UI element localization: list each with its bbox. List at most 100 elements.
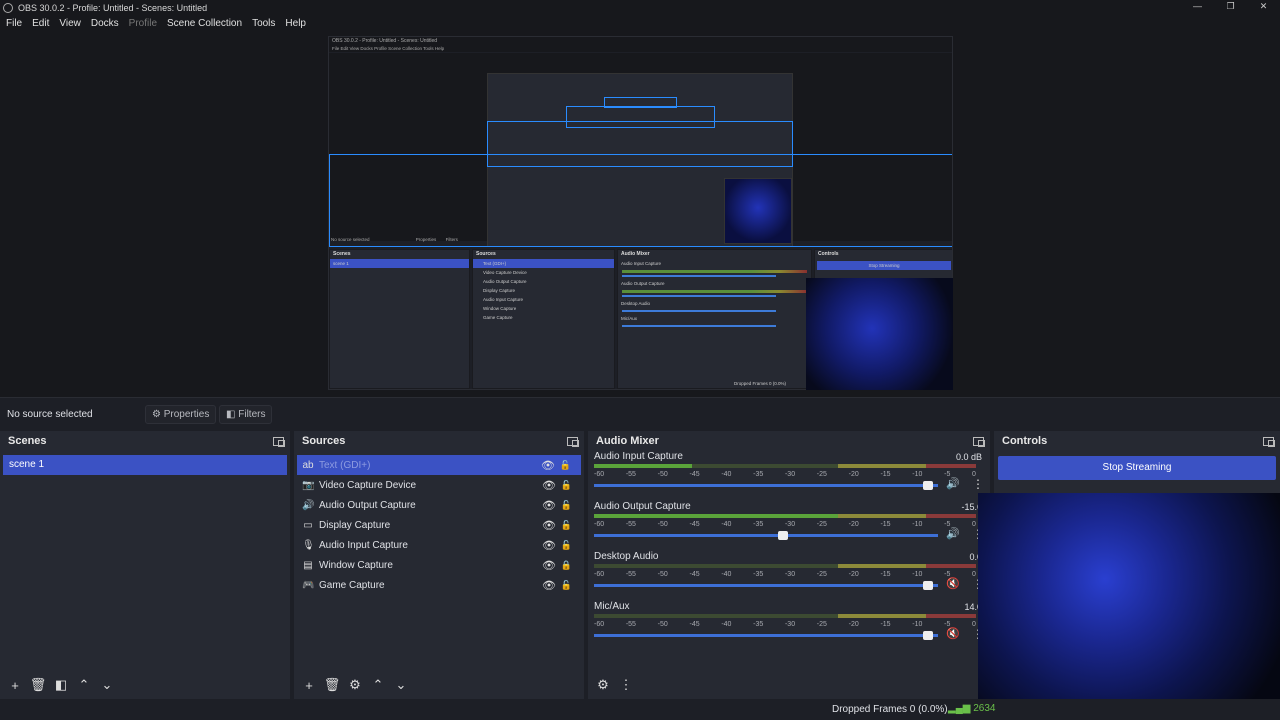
meter-level (594, 514, 839, 518)
trash-icon: 🗑 (323, 677, 341, 692)
visibility-eye-icon[interactable]: 👁 (542, 499, 556, 512)
remove-source-button[interactable]: 🗑 (323, 676, 341, 694)
meter-warning-zone (838, 514, 926, 518)
slider-knob[interactable] (778, 531, 789, 540)
nested-source-item: Display Capture (483, 288, 516, 293)
meter-ticks: -60 -55 -50 -45 -40 -35 -30 -25 -20 -15 -10 -5 0 (594, 571, 976, 578)
mixer-settings-button[interactable]: ⚙ (594, 676, 612, 694)
controls-header: Controls (994, 431, 1280, 451)
source-item-game-capture[interactable]: 🎮 Game Capture 👁 🔓 (294, 575, 584, 595)
muted-speaker-icon[interactable]: 🔇 (946, 627, 960, 640)
close-button[interactable]: ✕ (1247, 0, 1280, 15)
scene-filters-button[interactable]: ◧ (52, 676, 70, 694)
unlocked-icon[interactable]: 🔓 (561, 540, 572, 551)
visibility-eye-icon[interactable]: 👁 (542, 539, 556, 552)
chevron-down-icon: ⌄ (395, 677, 407, 692)
move-source-down-button[interactable]: ⌄ (392, 676, 410, 694)
meter-tick-label: -55 (625, 571, 636, 578)
meter-tick-label: -40 (721, 621, 732, 628)
nested-meter (622, 270, 807, 273)
volume-slider[interactable] (594, 631, 938, 640)
locked-icon[interactable]: 🔒 (561, 560, 572, 571)
meter-warning-zone (838, 464, 926, 468)
title-bar: OBS 30.0.2 - Profile: Untitled - Scenes:… (0, 0, 1280, 15)
remove-scene-button[interactable]: 🗑 (29, 676, 47, 694)
mixer-menu-button[interactable]: ⋮ (617, 676, 635, 694)
add-scene-button[interactable]: + (6, 676, 24, 694)
volume-slider[interactable] (594, 481, 938, 490)
add-source-button[interactable]: + (300, 676, 318, 694)
meter-tick-label: -30 (784, 571, 796, 578)
unlocked-icon[interactable]: 🔓 (560, 460, 571, 471)
meter-tick-label: -50 (657, 471, 668, 478)
channel-db: 0.0 dB (955, 452, 982, 462)
meter-tick-label: -15 (880, 521, 891, 528)
window-title: OBS 30.0.2 - Profile: Untitled - Scenes:… (18, 2, 208, 13)
maximize-button[interactable]: ❐ (1214, 0, 1247, 15)
menu-help[interactable]: Help (285, 18, 306, 29)
source-item-audio-output[interactable]: 🔊 Audio Output Capture 👁 🔓 (294, 495, 584, 515)
visibility-eye-icon[interactable]: 👁 (541, 459, 555, 472)
speaker-icon[interactable]: 🔊 (946, 527, 960, 540)
source-item-audio-input[interactable]: 🎙 Audio Input Capture 👁 🔓 (294, 535, 584, 555)
move-scene-up-button[interactable]: ⌃ (75, 676, 93, 694)
undock-icon[interactable] (567, 436, 579, 447)
menu-view[interactable]: View (59, 18, 81, 29)
volume-meter (594, 514, 976, 518)
status-bar: Dropped Frames 0 (0.0%) ▂▄▆ 2634 (0, 699, 1280, 720)
menu-file[interactable]: File (6, 18, 22, 29)
visibility-eye-icon[interactable]: 👁 (542, 559, 556, 572)
meter-tick-label: -55 (625, 521, 636, 528)
undock-icon[interactable] (973, 436, 985, 447)
source-item-display-capture[interactable]: ▭ Display Capture 👁 🔓 (294, 515, 584, 535)
meter-tick-label: -15 (880, 471, 891, 478)
undock-icon[interactable] (273, 436, 285, 447)
plus-icon: + (11, 677, 19, 693)
meter-level (594, 464, 692, 468)
undock-icon[interactable] (1263, 436, 1275, 447)
speaker-icon[interactable]: 🔊 (946, 477, 960, 490)
filters-button[interactable]: ◧ Filters (219, 405, 273, 424)
slider-knob[interactable] (922, 631, 933, 640)
channel-name: Desktop Audio (594, 551, 659, 562)
nested-selection-frame (329, 154, 952, 247)
mixer-channel: Desktop Audio 0.0 -60 -55 -50 -45 -40 -35 -30 -25… (588, 551, 990, 601)
meter-tick-label: -25 (816, 571, 827, 578)
slider-knob[interactable] (922, 581, 933, 590)
nested-channel: Audio Output Capture (621, 281, 665, 286)
volume-meter (594, 614, 976, 618)
unlocked-icon[interactable]: 🔓 (561, 500, 572, 511)
source-item-text-gdi[interactable]: ab Text (GDI+) 👁 🔓 (297, 455, 581, 475)
stop-streaming-button[interactable]: Stop Streaming (998, 456, 1276, 480)
sources-list: ab Text (GDI+) 👁 🔓 📷 Video Capture Devic… (294, 455, 584, 595)
menu-docks[interactable]: Docks (91, 18, 119, 29)
menu-scene-collection[interactable]: Scene Collection (167, 18, 242, 29)
source-item-window-capture[interactable]: ▤ Window Capture 👁 🔒 (294, 555, 584, 575)
kebab-menu-icon[interactable]: ⋮ (972, 477, 984, 491)
menu-tools[interactable]: Tools (252, 18, 275, 29)
nested-scenes-title: Scenes (333, 251, 351, 257)
visibility-eye-icon[interactable]: 👁 (542, 579, 556, 592)
properties-button[interactable]: ⚙ Properties (145, 405, 217, 424)
move-source-up-button[interactable]: ⌃ (369, 676, 387, 694)
move-scene-down-button[interactable]: ⌄ (98, 676, 116, 694)
volume-slider[interactable] (594, 531, 938, 540)
volume-slider[interactable] (594, 581, 938, 590)
slider-knob[interactable] (922, 481, 933, 490)
unlocked-icon[interactable]: 🔓 (561, 480, 572, 491)
mixer-channel: Mic/Aux 14.0 -60 -55 -50 -45 -40 -35 -30 -25 -20 -1… (588, 601, 990, 651)
muted-speaker-icon[interactable]: 🔇 (946, 577, 960, 590)
minimize-button[interactable]: — (1181, 0, 1214, 15)
visibility-eye-icon[interactable]: 👁 (542, 479, 556, 492)
visibility-eye-icon[interactable]: 👁 (542, 519, 556, 532)
menu-edit[interactable]: Edit (32, 18, 49, 29)
source-properties-button[interactable]: ⚙ (346, 676, 364, 694)
source-item-video-capture[interactable]: 📷 Video Capture Device 👁 🔓 (294, 475, 584, 495)
meter-tick-label: -45 (689, 621, 700, 628)
unlocked-icon[interactable]: 🔓 (561, 580, 572, 591)
menu-profile[interactable]: Profile (129, 18, 157, 29)
scene-item[interactable]: scene 1 (3, 455, 287, 475)
nested-scenes-panel: Scenes scene 1 (329, 249, 470, 389)
scenes-title: Scenes (8, 435, 47, 447)
unlocked-icon[interactable]: 🔓 (561, 520, 572, 531)
